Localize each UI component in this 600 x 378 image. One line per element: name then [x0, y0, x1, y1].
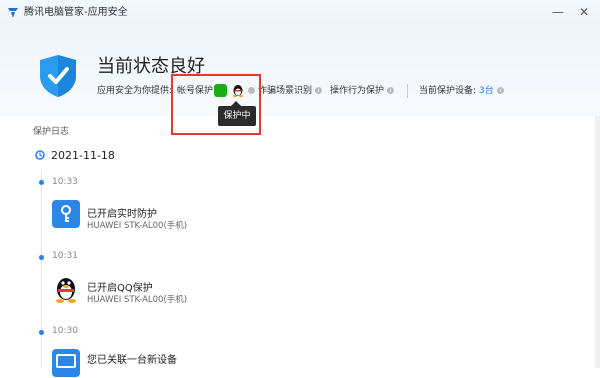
devices-count-link[interactable]: 3台 i	[479, 85, 504, 97]
entry-device: HUAWEI STK-AL00(手机)	[87, 221, 188, 231]
behavior-protect-label[interactable]: 操作行为保护 i	[330, 85, 395, 97]
timeline-line	[41, 170, 42, 368]
app-logo-icon	[8, 8, 18, 18]
close-button[interactable]: ✕	[576, 4, 592, 20]
timeline-dot	[39, 180, 44, 185]
window-title: 腾讯电脑管家-应用安全	[24, 7, 128, 18]
fraud-detect-label[interactable]: 诈骗场景识别 i	[258, 85, 323, 97]
info-icon[interactable]: i	[387, 87, 395, 94]
qq-icon	[56, 278, 76, 303]
clock-icon	[35, 150, 45, 160]
status-header	[0, 26, 600, 116]
minimize-button[interactable]: —	[550, 4, 566, 20]
key-icon	[52, 200, 80, 228]
shield-check-icon	[40, 55, 76, 97]
divider	[407, 84, 408, 98]
entry-title: 已开启实时防护	[87, 209, 157, 220]
tooltip: 保护中	[218, 106, 256, 126]
provides-label: 应用安全为你提供:	[97, 86, 173, 96]
entry-time: 10:31	[52, 251, 78, 261]
devices-label: 当前保护设备:	[419, 86, 477, 96]
info-icon[interactable]: i	[496, 87, 504, 94]
entry-time: 10:30	[52, 326, 78, 336]
log-section-label: 保护日志	[33, 127, 70, 137]
scrollbar[interactable]	[595, 116, 600, 368]
timeline-dot	[39, 330, 44, 335]
device-icon	[52, 349, 80, 377]
entry-time: 10:33	[52, 177, 78, 187]
log-date: 2021-11-18	[51, 149, 115, 162]
entry-title: 您已关联一台新设备	[87, 355, 177, 366]
timeline-dot	[39, 255, 44, 260]
entry-title: 已开启QQ保护	[87, 283, 153, 294]
title-bar: 腾讯电脑管家-应用安全 — ✕	[0, 0, 600, 26]
entry-device: HUAWEI STK-AL00(手机)	[87, 295, 188, 305]
info-icon[interactable]: i	[315, 87, 323, 94]
